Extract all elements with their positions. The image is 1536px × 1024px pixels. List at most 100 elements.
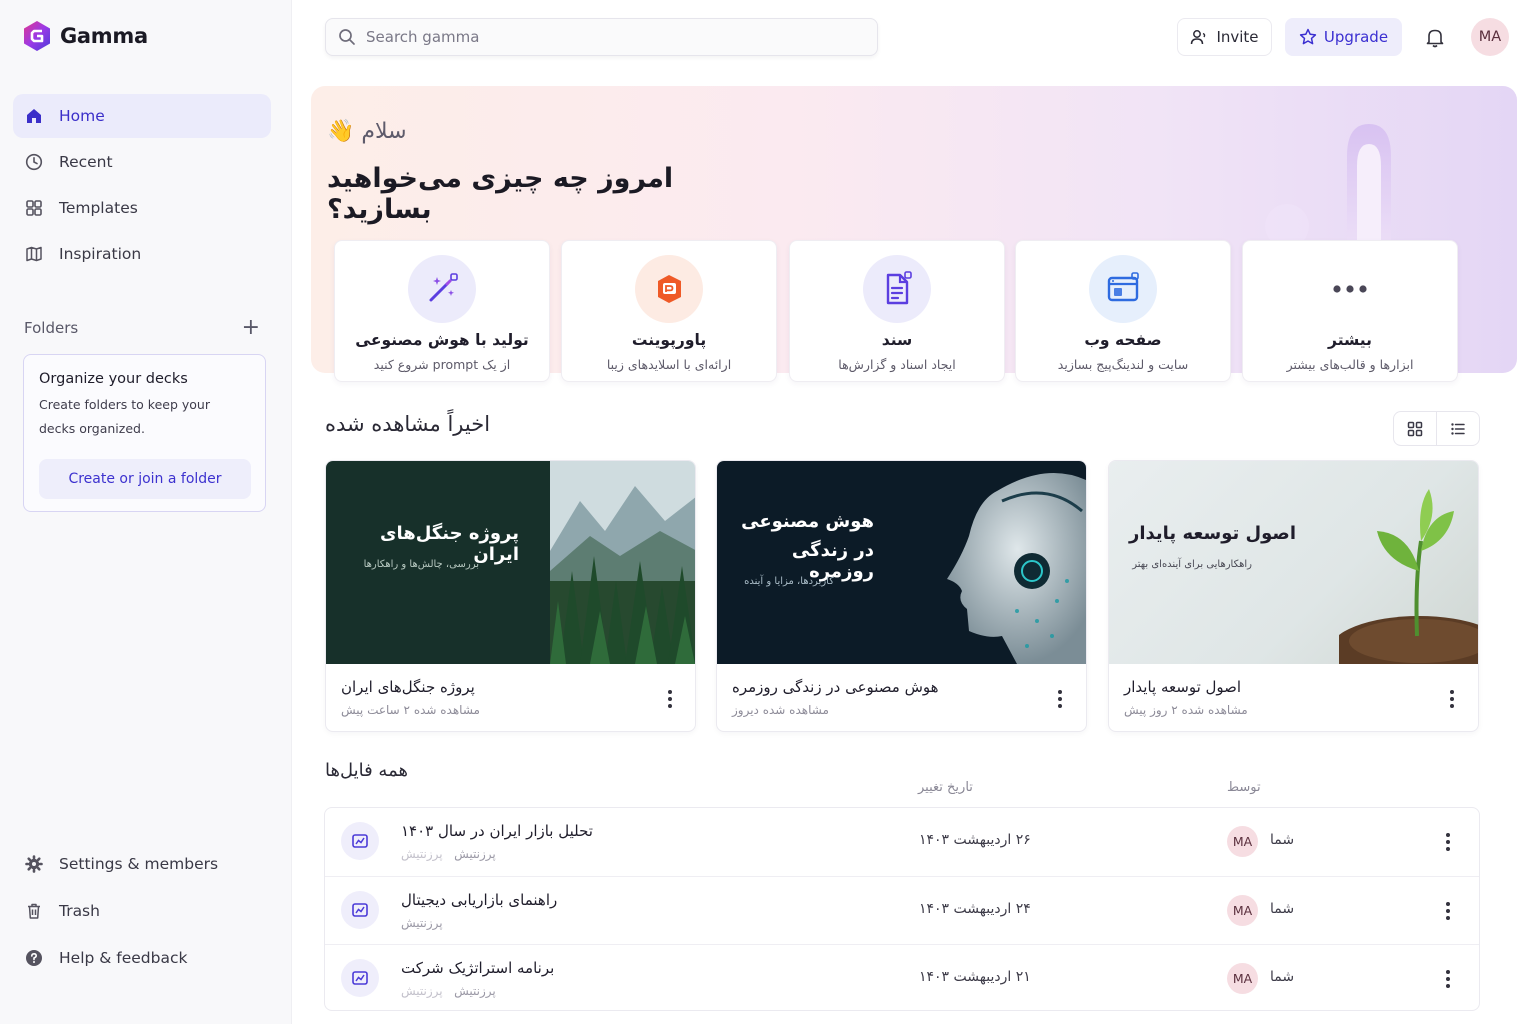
- add-folder-icon[interactable]: +: [242, 317, 260, 339]
- user-avatar[interactable]: MA: [1471, 18, 1509, 56]
- action-title: سند: [881, 331, 913, 349]
- thumb-subtitle: راهکارهایی برای آینده‌ای بهتر: [1132, 559, 1252, 570]
- wave-emoji: 👋: [327, 119, 355, 144]
- ai-generate-card[interactable]: تولید با هوش مصنوعی از یک prompt شروع کن…: [334, 240, 550, 382]
- more-options-icon[interactable]: [1438, 965, 1458, 993]
- sidebar-item-help[interactable]: Help & feedback: [13, 935, 271, 980]
- folder-empty-card: Organize your decks Create folders to ke…: [23, 354, 266, 512]
- sidebar-item-label: Settings & members: [59, 854, 219, 873]
- card-title: هوش مصنوعی در زندگی روزمره: [732, 678, 939, 696]
- folders-header: Folders +: [24, 317, 260, 339]
- column-header-by[interactable]: توسط: [1227, 780, 1261, 795]
- action-subtitle: ابزارها و قالب‌های بیشتر: [1286, 357, 1414, 372]
- file-type-label-secondary: پرزنتیش: [401, 984, 443, 998]
- table-row[interactable]: برنامه استراتژیک شرکت پرزنتیش پرزنتیش ۲۱…: [325, 944, 1479, 1012]
- upgrade-label: Upgrade: [1323, 28, 1389, 46]
- recent-card[interactable]: اصول توسعه پایدار راهکارهایی برای آینده‌…: [1108, 460, 1479, 732]
- more-options-icon[interactable]: [1442, 685, 1462, 713]
- more-options-icon[interactable]: [1438, 897, 1458, 925]
- grid-view-button[interactable]: [1394, 412, 1437, 445]
- clock-icon: [25, 153, 43, 171]
- file-name: برنامه استراتژیک شرکت: [401, 959, 555, 977]
- recent-card[interactable]: هوش مصنوعی در زندگی روزمره کاربردها، مزا…: [716, 460, 1087, 732]
- add-user-icon: [1191, 30, 1206, 45]
- file-type: پرزنتیش پرزنتیش: [401, 847, 601, 861]
- more-icon: [1316, 255, 1384, 323]
- table-row[interactable]: تحلیل بازار ایران در سال ۱۴۰۳ پرزنتیش پر…: [325, 808, 1479, 876]
- webpage-card[interactable]: صفحه وب سایت و لندینگ‌پیج بسازید: [1015, 240, 1231, 382]
- recent-card[interactable]: پروژه جنگل‌های ایران بررسی، چالش‌ها و را…: [325, 460, 696, 732]
- powerpoint-icon: [635, 255, 703, 323]
- invite-button[interactable]: Invite: [1177, 18, 1272, 56]
- more-options-icon[interactable]: [1050, 685, 1070, 713]
- more-options-icon[interactable]: [660, 685, 680, 713]
- ai-robot-image: [947, 473, 1086, 664]
- upgrade-button[interactable]: Upgrade: [1285, 18, 1402, 56]
- card-thumbnail: پروژه جنگل‌های ایران بررسی، چالش‌ها و را…: [326, 461, 695, 664]
- sidebar-item-trash[interactable]: Trash: [13, 888, 271, 933]
- search-input[interactable]: [366, 28, 846, 46]
- grid-icon: [1407, 421, 1423, 436]
- action-title: صفحه وب: [1084, 331, 1162, 349]
- file-type-label: پرزنتیش: [401, 916, 443, 930]
- sidebar-item-label: Templates: [59, 199, 138, 217]
- sidebar-item-settings[interactable]: Settings & members: [13, 841, 271, 886]
- greeting-text: سلام: [361, 119, 407, 144]
- folder-card-description: Create folders to keep your decks organi…: [39, 397, 210, 436]
- presentation-icon: [341, 822, 379, 860]
- bell-icon[interactable]: [1424, 26, 1446, 48]
- sidebar-item-recent[interactable]: Recent: [13, 140, 271, 184]
- sidebar-item-templates[interactable]: Templates: [13, 186, 271, 230]
- help-icon: [26, 949, 42, 966]
- column-header-modified[interactable]: تاریخ تغییر: [918, 780, 973, 795]
- sidebar-item-label: Recent: [59, 153, 113, 171]
- file-owner: شما: [1270, 969, 1295, 985]
- table-row[interactable]: راهنمای بازاریابی دیجیتال پرزنتیش ۲۴ ارد…: [325, 876, 1479, 944]
- seedling-image: [1339, 489, 1478, 664]
- file-type: پرزنتیش پرزنتیش: [401, 984, 601, 998]
- card-thumbnail: هوش مصنوعی در زندگی روزمره کاربردها، مزا…: [717, 461, 1086, 664]
- card-meta: مشاهده شده ۲ روز پیش: [1124, 703, 1248, 717]
- thumb-title: اصول توسعه پایدار: [1128, 523, 1296, 544]
- presentation-icon: [341, 959, 379, 997]
- card-meta: مشاهده شده دیروز: [732, 703, 829, 717]
- powerpoint-card[interactable]: پاورپوینت ارائه‌ای با اسلایدهای زیبا: [561, 240, 777, 382]
- owner-avatar: MA: [1227, 826, 1258, 857]
- card-thumbnail: اصول توسعه پایدار راهکارهایی برای آینده‌…: [1109, 461, 1478, 664]
- file-name: راهنمای بازاریابی دیجیتال: [401, 891, 558, 909]
- webpage-icon: [1089, 255, 1157, 323]
- action-title: تولید با هوش مصنوعی: [355, 331, 529, 349]
- document-icon: [863, 255, 931, 323]
- card-title: اصول توسعه پایدار: [1124, 678, 1242, 696]
- gamma-logo[interactable]: Gamma: [22, 20, 148, 52]
- action-title: بیشتر: [1328, 331, 1372, 349]
- sidebar-item-inspiration[interactable]: Inspiration: [13, 232, 271, 276]
- greeting: سلام 👋: [327, 119, 527, 144]
- sidebar-item-home[interactable]: Home: [13, 94, 271, 138]
- star-icon: [1299, 28, 1317, 45]
- list-icon: [1451, 422, 1465, 435]
- thumb-subtitle: بررسی، چالش‌ها و راهکارها: [363, 559, 479, 570]
- sidebar-bottom-nav: Settings & members Trash Help & feedback: [13, 841, 271, 982]
- app-name: Gamma: [60, 24, 148, 48]
- file-type-label: پرزنتیش: [454, 984, 496, 998]
- sidebar-item-label: Help & feedback: [59, 948, 188, 967]
- create-folder-button[interactable]: Create or join a folder: [39, 459, 251, 499]
- folders-label: Folders: [24, 319, 79, 337]
- more-card[interactable]: بیشتر ابزارها و قالب‌های بیشتر: [1242, 240, 1458, 382]
- sidebar-item-label: Trash: [59, 901, 100, 920]
- sidebar-item-label: Home: [59, 107, 105, 125]
- recent-section-title: اخیراً مشاهده شده: [325, 412, 491, 436]
- document-card[interactable]: سند ایجاد اسناد و گزارش‌ها: [789, 240, 1005, 382]
- thumb-title-line1: هوش مصنوعی: [741, 511, 874, 532]
- file-owner: شما: [1270, 901, 1295, 917]
- action-subtitle: از یک prompt شروع کنید: [373, 357, 511, 372]
- thumb-subtitle: کاربردها، مزایا و آینده: [744, 576, 834, 587]
- files-table: تحلیل بازار ایران در سال ۱۴۰۳ پرزنتیش پر…: [324, 807, 1480, 1011]
- file-type-label-secondary: پرزنتیش: [401, 847, 443, 861]
- search-bar[interactable]: [325, 18, 878, 56]
- more-options-icon[interactable]: [1438, 828, 1458, 856]
- map-icon: [26, 246, 42, 262]
- list-view-button[interactable]: [1437, 412, 1479, 445]
- gear-icon: [25, 854, 43, 873]
